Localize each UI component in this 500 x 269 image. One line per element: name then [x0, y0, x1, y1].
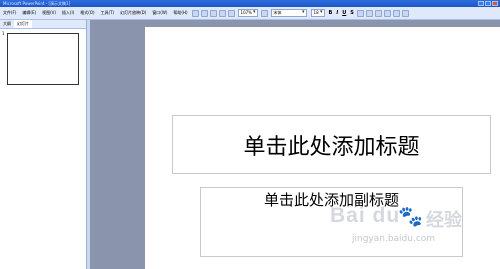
font-size-select[interactable]: 18	[310, 9, 325, 17]
font-select[interactable]: 宋体	[270, 9, 307, 17]
undo-icon[interactable]	[227, 9, 235, 17]
tab-outline[interactable]: 大纲	[0, 20, 14, 28]
align-center-icon[interactable]	[365, 9, 373, 17]
underline-button[interactable]: U	[340, 10, 348, 16]
maximize-button[interactable]	[485, 1, 491, 6]
paw-icon: 🐾	[398, 204, 423, 228]
align-left-icon[interactable]	[356, 9, 364, 17]
slide-number: 1	[2, 31, 5, 36]
watermark-text: 经验	[426, 210, 462, 231]
slides-pane: 大纲 幻灯片 1	[0, 20, 87, 269]
menu-window[interactable]: 窗口(W)	[149, 10, 170, 16]
minimize-button[interactable]	[478, 1, 484, 6]
menu-view[interactable]: 视图(V)	[39, 10, 59, 16]
window-controls	[478, 1, 498, 6]
bullets-icon[interactable]	[383, 9, 391, 17]
window-title: Microsoft PowerPoint - [演示文稿1]	[3, 1, 71, 6]
menu-tools[interactable]: 工具(T)	[98, 10, 118, 16]
pane-tabs: 大纲 幻灯片	[0, 20, 86, 29]
close-button[interactable]	[492, 1, 498, 6]
menu-insert[interactable]: 插入(I)	[59, 10, 77, 16]
print-icon[interactable]	[218, 9, 226, 17]
baidu-watermark: Bai du 🐾 经验 jingyan.baidu.com	[330, 204, 496, 254]
menu-file[interactable]: 文件(F)	[0, 10, 19, 16]
watermark-url: jingyan.baidu.com	[352, 234, 436, 244]
tab-slides[interactable]: 幻灯片	[14, 20, 32, 28]
menu-help[interactable]: 帮助(H)	[170, 10, 190, 16]
watermark-logo: Bai du	[330, 204, 401, 227]
help-icon[interactable]	[260, 9, 268, 17]
menu-edit[interactable]: 编辑(E)	[19, 10, 39, 16]
new-icon[interactable]	[191, 9, 199, 17]
title-placeholder[interactable]: 单击此处添加标题	[172, 115, 491, 174]
align-right-icon[interactable]	[374, 9, 382, 17]
save-icon[interactable]	[209, 9, 217, 17]
shadow-button[interactable]: S	[348, 10, 356, 16]
design-icon[interactable]	[401, 9, 409, 17]
menu-and-toolbar: 文件(F) 编辑(E) 视图(V) 插入(I) 格式(O) 工具(T) 幻灯片放…	[0, 7, 500, 20]
menu-format[interactable]: 格式(O)	[77, 10, 97, 16]
zoom-select[interactable]: 107%	[237, 9, 258, 17]
bold-button[interactable]: B	[327, 10, 335, 16]
window-title-bar: Microsoft PowerPoint - [演示文稿1]	[0, 0, 500, 7]
open-icon[interactable]	[200, 9, 208, 17]
menu-slideshow[interactable]: 幻灯片放映(D)	[117, 10, 149, 16]
slide-thumbnail[interactable]	[7, 33, 79, 85]
font-color-icon[interactable]	[392, 9, 400, 17]
